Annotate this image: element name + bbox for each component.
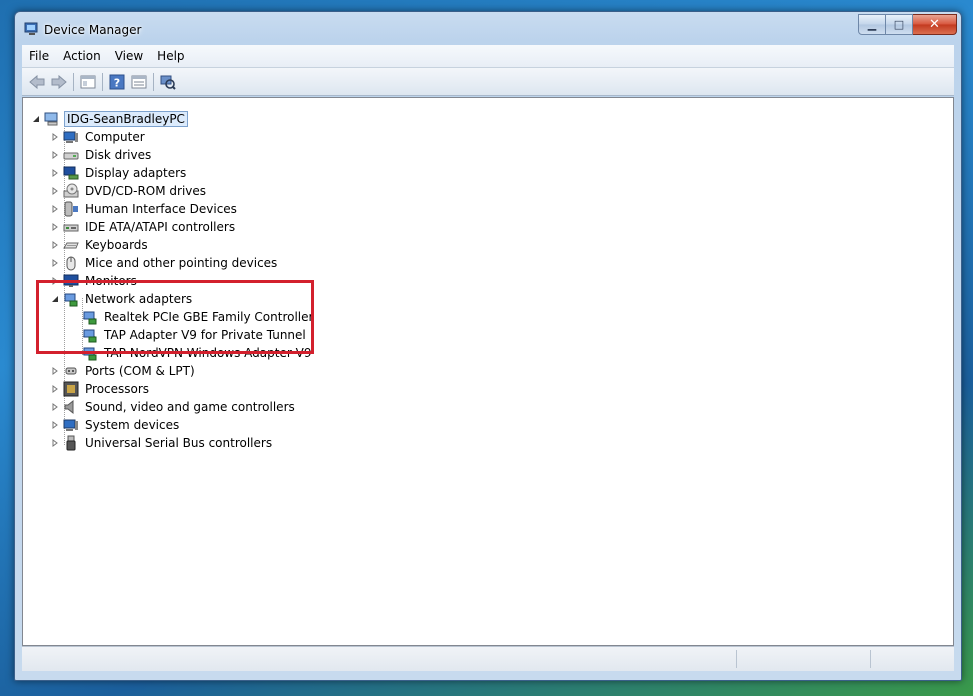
menu-bar: File Action View Help (22, 45, 954, 68)
menu-file[interactable]: File (22, 47, 56, 65)
processor-icon (63, 381, 79, 397)
scan-hardware-icon (160, 75, 176, 90)
toolbar-separator (102, 72, 103, 91)
tree-item-sound-video-game-controllers[interactable]: Sound, video and game controllers (50, 398, 297, 416)
tree-item-label: Ports (COM & LPT) (85, 364, 195, 378)
disk-drive-icon (63, 147, 79, 163)
tree-item-ide-ata-atapi-controllers[interactable]: IDE ATA/ATAPI controllers (50, 218, 237, 236)
usb-icon (63, 435, 79, 451)
status-bar (22, 646, 954, 671)
highlight-annotation-box (36, 280, 314, 354)
properties-button[interactable] (128, 72, 150, 92)
tree-item-label: Disk drives (85, 148, 152, 162)
expand-arrow-icon[interactable] (50, 168, 60, 178)
tree-item-label: Human Interface Devices (85, 202, 237, 216)
expand-arrow-icon[interactable] (50, 222, 60, 232)
back-arrow-icon (29, 74, 45, 89)
tree-item-dvd-cd-rom-drives[interactable]: DVD/CD-ROM drives (50, 182, 208, 200)
device-tree-pane[interactable]: IDG-SeanBradleyPC Computer Disk drives D… (22, 97, 954, 646)
expand-arrow-icon[interactable] (50, 240, 60, 250)
tree-item-computer[interactable]: Computer (50, 128, 147, 146)
display-adapter-icon (63, 165, 79, 181)
sound-icon (63, 399, 79, 415)
expand-arrow-icon[interactable] (50, 438, 60, 448)
maximize-icon: □ (893, 18, 905, 31)
maximize-button[interactable]: □ (886, 14, 913, 35)
tree-item-display-adapters[interactable]: Display adapters (50, 164, 188, 182)
tree-item-disk-drives[interactable]: Disk drives (50, 146, 153, 164)
expand-arrow-icon[interactable] (50, 420, 60, 430)
tree-item-label: Sound, video and game controllers (85, 400, 295, 414)
expand-arrow-icon[interactable] (50, 204, 60, 214)
tree-item-label: Keyboards (85, 238, 148, 252)
back-button[interactable] (26, 72, 48, 92)
tree-item-keyboards[interactable]: Keyboards (50, 236, 150, 254)
tree-item-usb-controllers[interactable]: Universal Serial Bus controllers (50, 434, 274, 452)
expand-arrow-icon[interactable] (50, 186, 60, 196)
title-bar[interactable]: Device Manager ▁ □ ✕ (15, 12, 961, 44)
close-icon: ✕ (929, 17, 940, 32)
device-manager-app-icon (24, 22, 38, 35)
tree-item-human-interface-devices[interactable]: Human Interface Devices (50, 200, 239, 218)
tree-item-mice[interactable]: Mice and other pointing devices (50, 254, 279, 272)
tree-item-label: IDE ATA/ATAPI controllers (85, 220, 236, 234)
tree-item-label: Computer (85, 130, 145, 144)
console-tree-icon (80, 75, 96, 88)
tree-item-label: Universal Serial Bus controllers (85, 436, 273, 450)
tree-item-label: System devices (85, 418, 180, 432)
dvd-drive-icon (63, 183, 79, 199)
expand-arrow-icon[interactable] (50, 366, 60, 376)
help-button[interactable]: ? (106, 72, 128, 92)
tree-item-label: Processors (85, 382, 150, 396)
expand-arrow-icon[interactable] (50, 150, 60, 160)
expand-arrow-icon[interactable] (50, 132, 60, 142)
toolbar: ? (22, 68, 954, 96)
menu-action[interactable]: Action (56, 47, 108, 65)
menu-view[interactable]: View (108, 47, 150, 65)
tree-item-label: DVD/CD-ROM drives (85, 184, 207, 198)
tree-item-processors[interactable]: Processors (50, 380, 151, 398)
system-device-icon (63, 417, 79, 433)
svg-text:?: ? (114, 76, 120, 89)
toolbar-separator (153, 72, 154, 91)
show-hide-console-tree-button[interactable] (77, 72, 99, 92)
root-label: IDG-SeanBradleyPC (64, 111, 188, 127)
expand-arrow-icon[interactable] (50, 402, 60, 412)
hid-icon (63, 201, 79, 217)
forward-button[interactable] (48, 72, 70, 92)
tree-item-ports[interactable]: Ports (COM & LPT) (50, 362, 197, 380)
keyboard-icon (63, 237, 79, 253)
tree-item-label: Display adapters (85, 166, 187, 180)
expand-arrow-icon[interactable] (50, 384, 60, 394)
toolbar-separator (73, 72, 74, 91)
mouse-icon (63, 255, 79, 271)
tree-item-label: Mice and other pointing devices (85, 256, 278, 270)
help-icon: ? (109, 74, 125, 89)
properties-icon (131, 75, 147, 88)
forward-arrow-icon (51, 74, 67, 89)
status-divider (736, 650, 737, 668)
minimize-button[interactable]: ▁ (858, 14, 886, 35)
computer-icon (63, 129, 79, 145)
minimize-icon: ▁ (867, 18, 877, 31)
ide-controller-icon (63, 219, 79, 235)
menu-help[interactable]: Help (150, 47, 191, 65)
caption-buttons: ▁ □ ✕ (858, 14, 957, 35)
port-icon (63, 363, 79, 379)
tree-root[interactable]: IDG-SeanBradleyPC (31, 110, 188, 128)
scan-hardware-changes-button[interactable] (157, 72, 179, 92)
computer-icon (44, 111, 60, 127)
status-divider (870, 650, 871, 668)
expand-arrow-icon[interactable] (50, 258, 60, 268)
tree-item-system-devices[interactable]: System devices (50, 416, 181, 434)
collapse-arrow-icon[interactable] (31, 114, 41, 124)
window-title: Device Manager (44, 23, 142, 37)
close-button[interactable]: ✕ (913, 14, 957, 35)
